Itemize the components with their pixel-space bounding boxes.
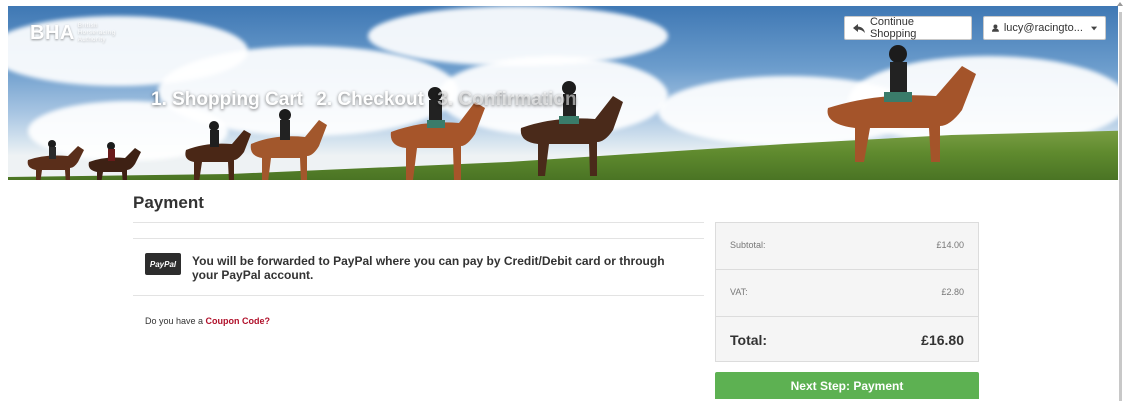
coupon-prefix: Do you have a — [145, 316, 206, 326]
vat-value: £2.80 — [941, 287, 964, 297]
order-summary: Subtotal: £14.00 VAT: £2.80 Total: £16.8… — [715, 222, 979, 362]
page-title: Payment — [133, 193, 204, 212]
total-value: £16.80 — [921, 332, 964, 348]
bha-logo[interactable]: BHA British Horseracing Authority — [30, 22, 116, 45]
user-icon — [992, 24, 999, 32]
step-confirmation: 3. Confirmation — [437, 89, 577, 110]
total-label: Total: — [730, 332, 768, 348]
divider — [716, 269, 978, 270]
divider — [133, 222, 704, 223]
scroll-up-arrow-icon[interactable] — [1117, 2, 1123, 6]
divider — [716, 316, 978, 317]
scrollbar-thumb[interactable] — [1119, 12, 1122, 401]
paypal-message: You will be forwarded to PayPal where yo… — [192, 254, 665, 282]
user-account-dropdown[interactable]: lucy@racingto... — [983, 16, 1106, 40]
reply-arrow-icon — [853, 23, 865, 33]
step-shopping-cart[interactable]: 1. Shopping Cart — [151, 89, 303, 110]
paypal-logo-text: PayPal — [149, 259, 177, 269]
subtotal-label: Subtotal: — [730, 240, 766, 250]
subtotal-value: £14.00 — [936, 240, 964, 250]
horse-rider-image — [88, 142, 141, 180]
vat-label: VAT: — [730, 287, 748, 297]
coupon-code-link[interactable]: Coupon Code? — [206, 316, 271, 326]
paypal-logo: PayPal — [145, 253, 181, 275]
divider — [133, 238, 704, 239]
continue-shopping-label: Continue Shopping — [869, 16, 917, 40]
coupon-prompt: Do you have a Coupon Code? — [145, 316, 270, 326]
horse-rider-image — [827, 45, 976, 162]
user-email-label: lucy@racingto... — [1003, 22, 1083, 34]
horse-rider-image — [27, 140, 84, 180]
next-step-label: Next Step: Payment — [790, 378, 904, 393]
logo-subtext: British Horseracing Authority — [77, 23, 116, 44]
horse-rider-image — [250, 109, 327, 180]
continue-shopping-button[interactable]: Continue Shopping — [844, 16, 972, 40]
checkout-steps: 1. Shopping Cart 2. Checkout 3. Confirma… — [151, 89, 585, 111]
caret-down-icon — [1090, 26, 1097, 30]
page-scrollbar[interactable] — [1117, 2, 1125, 401]
divider — [133, 295, 704, 296]
logo-text: BHA — [30, 22, 75, 44]
next-step-payment-button[interactable]: Next Step: Payment — [715, 372, 979, 399]
step-checkout[interactable]: 2. Checkout — [316, 89, 424, 110]
